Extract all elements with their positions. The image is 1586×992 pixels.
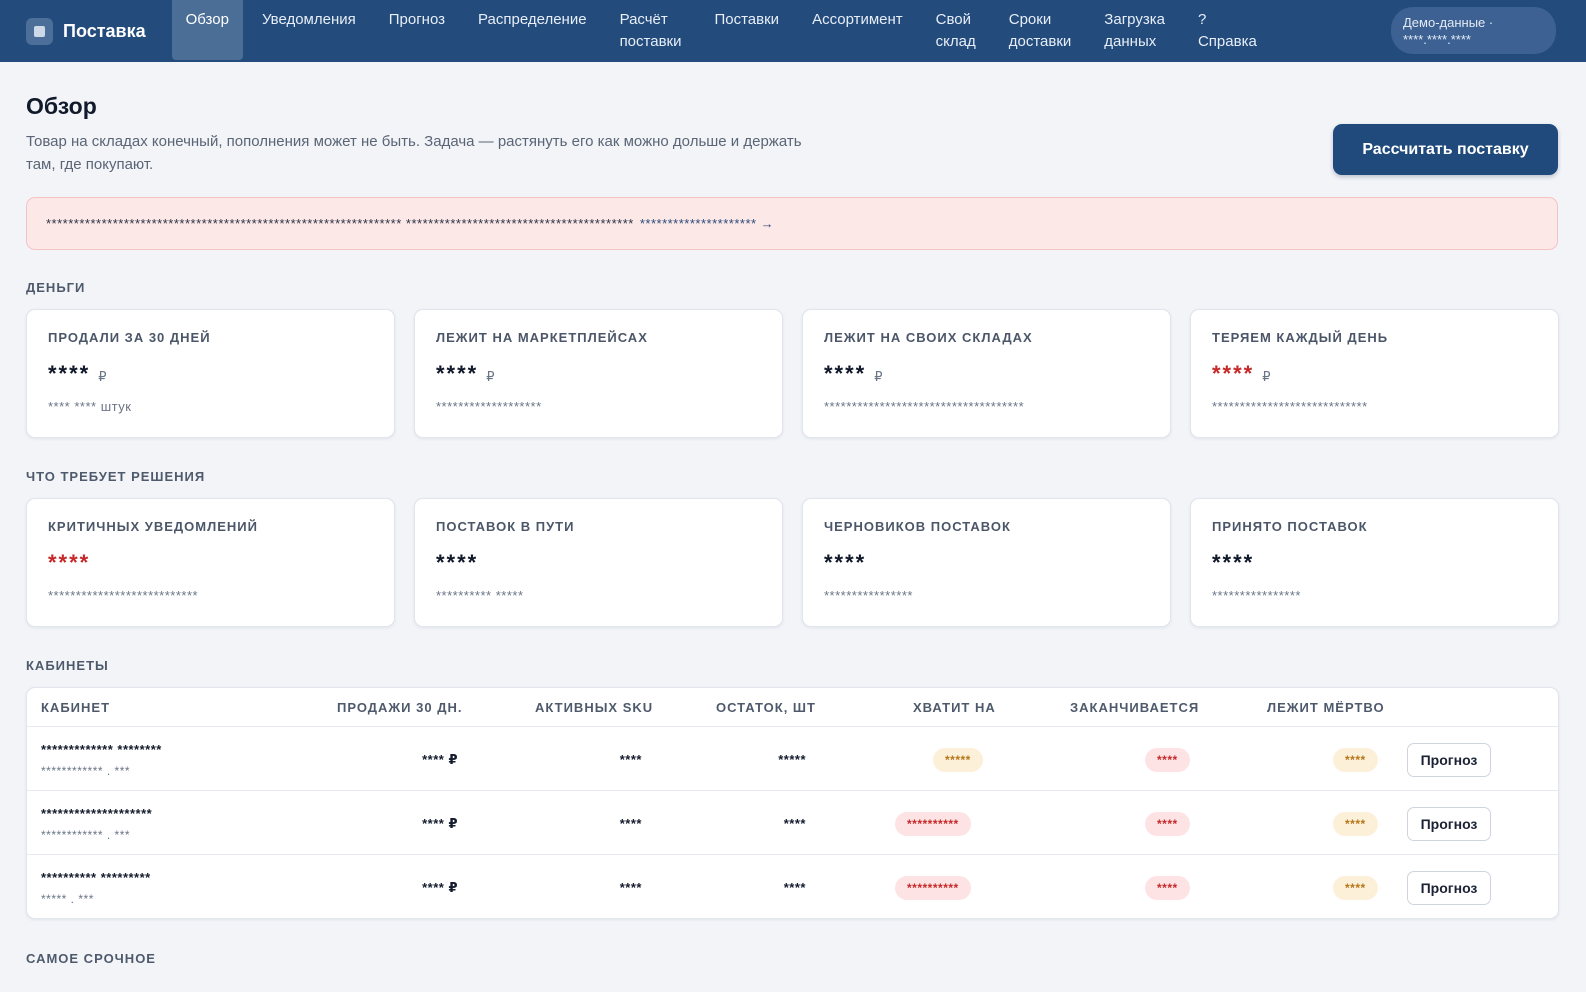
ruble-sign: ₽ bbox=[98, 369, 107, 384]
nav-item-distribution[interactable]: Распределение bbox=[478, 0, 587, 31]
money-card-sold-30d: Продали за 30 дней **** ₽ **** **** штук bbox=[26, 309, 395, 438]
table-row[interactable]: ******************** ************ . *** … bbox=[27, 791, 1558, 855]
section-label-money: ДЕНЬГИ bbox=[26, 280, 86, 295]
column-header-cabinet[interactable]: КАБИНЕТ bbox=[41, 700, 110, 715]
cabinet-id: ************ . *** bbox=[41, 828, 131, 842]
running-out-badge: **** bbox=[1145, 748, 1190, 772]
column-header-active-sku[interactable]: АКТИВНЫХ SKU bbox=[535, 700, 653, 715]
sales-value: **** ₽ bbox=[422, 816, 458, 831]
card-value: **** bbox=[824, 361, 867, 386]
column-header-dead-stock[interactable]: ЛЕЖИТ МЁРТВО bbox=[1267, 700, 1385, 715]
cabinet-name: ******************** bbox=[41, 806, 153, 821]
ruble-sign: ₽ bbox=[486, 369, 495, 384]
table-row[interactable]: ************* ******** ************ . **… bbox=[27, 727, 1558, 791]
app-logo-icon bbox=[26, 17, 53, 45]
dead-stock-badge: **** bbox=[1333, 812, 1378, 836]
section-label-decisions: ЧТО ТРЕБУЕТ РЕШЕНИЯ bbox=[26, 469, 206, 484]
alert-banner: ****************************************… bbox=[26, 197, 1558, 250]
cabinet-name: ************* ******** bbox=[41, 742, 162, 757]
ruble-sign: ₽ bbox=[874, 369, 883, 384]
demo-data-badge[interactable]: Демо-данные · ****.****.**** bbox=[1391, 7, 1556, 54]
page-description: Товар на складах конечный, пополнения мо… bbox=[26, 133, 802, 173]
money-card-on-marketplaces: Лежит на маркетплейсах **** ₽ **********… bbox=[414, 309, 783, 438]
stock-value: **** bbox=[783, 816, 806, 831]
alert-link[interactable]: ********************* → bbox=[640, 216, 774, 231]
sku-value: **** bbox=[619, 816, 642, 831]
alert-text: ****************************************… bbox=[46, 216, 634, 231]
nav-item-supplies[interactable]: Поставки bbox=[714, 0, 779, 31]
brand-name: Поставка bbox=[63, 20, 146, 41]
nav-item-help[interactable]: ? Справка bbox=[1198, 0, 1257, 53]
enough-for-badge: ********** bbox=[895, 876, 971, 900]
enough-for-badge: ********** bbox=[895, 812, 971, 836]
stock-value: **** bbox=[783, 880, 806, 895]
help-icon: ? bbox=[1197, 11, 1207, 28]
decision-card-in-transit[interactable]: Поставок в пути **** ********** ***** bbox=[414, 498, 783, 627]
card-value: **** bbox=[436, 550, 479, 575]
card-value: **** bbox=[1212, 550, 1255, 575]
money-cards: Продали за 30 дней **** ₽ **** **** штук… bbox=[26, 309, 1559, 438]
top-navigation: Поставка Обзор Уведомления Прогноз Распр… bbox=[0, 0, 1586, 62]
sku-value: **** bbox=[619, 752, 642, 767]
stock-value: ***** bbox=[778, 752, 806, 767]
sales-value: **** ₽ bbox=[422, 752, 458, 767]
running-out-badge: **** bbox=[1145, 876, 1190, 900]
nav-item-delivery-times[interactable]: Сроки доставки bbox=[1009, 0, 1072, 53]
nav-item-assortment[interactable]: Ассортимент bbox=[812, 0, 903, 31]
nav-item-forecast[interactable]: Прогноз bbox=[389, 0, 445, 31]
nav-item-supply-calc[interactable]: Расчёт поставки bbox=[620, 0, 682, 53]
card-value: **** bbox=[48, 550, 91, 575]
section-label-urgent: САМОЕ СРОЧНОЕ bbox=[26, 951, 156, 966]
column-header-running-out[interactable]: ЗАКАНЧИВАЕТСЯ bbox=[1070, 700, 1199, 715]
decision-card-accepted[interactable]: Принято поставок **** **************** bbox=[1190, 498, 1559, 627]
sku-value: **** bbox=[619, 880, 642, 895]
section-label-cabinets: КАБИНЕТЫ bbox=[26, 658, 109, 673]
card-value: **** bbox=[436, 361, 479, 386]
cabinet-id: ***** . *** bbox=[41, 892, 94, 906]
forecast-button[interactable]: Прогноз bbox=[1407, 807, 1491, 841]
table-row[interactable]: ********** ********* ***** . *** **** ₽ … bbox=[27, 855, 1558, 918]
card-value: **** bbox=[824, 550, 867, 575]
cabinet-id: ************ . *** bbox=[41, 764, 131, 778]
forecast-button[interactable]: Прогноз bbox=[1407, 743, 1491, 777]
forecast-button[interactable]: Прогноз bbox=[1407, 871, 1491, 905]
nav-item-overview[interactable]: Обзор bbox=[171, 0, 243, 60]
enough-for-badge: ***** bbox=[933, 748, 983, 772]
money-card-daily-loss: Теряем каждый день **** ₽ **************… bbox=[1190, 309, 1559, 438]
sales-value: **** ₽ bbox=[422, 880, 458, 895]
column-header-sales[interactable]: ПРОДАЖИ 30 ДН. bbox=[337, 700, 462, 715]
nav-item-notifications[interactable]: Уведомления bbox=[262, 0, 356, 31]
nav-item-data-upload[interactable]: Загрузка данных bbox=[1104, 0, 1165, 53]
table-header: КАБИНЕТ ПРОДАЖИ 30 ДН. АКТИВНЫХ SKU ОСТА… bbox=[27, 688, 1558, 727]
card-value: **** bbox=[1212, 361, 1255, 386]
decision-card-drafts[interactable]: Черновиков поставок **** ***************… bbox=[802, 498, 1171, 627]
decision-cards: Критичных уведомлений **** *************… bbox=[26, 498, 1559, 627]
column-header-stock[interactable]: ОСТАТОК, ШТ bbox=[716, 700, 816, 715]
dead-stock-badge: **** bbox=[1333, 748, 1378, 772]
cabinet-name: ********** ********* bbox=[41, 870, 151, 885]
money-card-own-warehouses: Лежит на своих складах **** ₽ **********… bbox=[802, 309, 1171, 438]
column-header-enough-for[interactable]: ХВАТИТ НА bbox=[913, 700, 996, 715]
calculate-supply-button[interactable]: Рассчитать поставку bbox=[1333, 124, 1558, 175]
dead-stock-badge: **** bbox=[1333, 876, 1378, 900]
cabinets-table: КАБИНЕТ ПРОДАЖИ 30 ДН. АКТИВНЫХ SKU ОСТА… bbox=[26, 687, 1559, 919]
decision-card-critical-alerts[interactable]: Критичных уведомлений **** *************… bbox=[26, 498, 395, 627]
page-title: Обзор bbox=[26, 93, 97, 119]
running-out-badge: **** bbox=[1145, 812, 1190, 836]
nav-item-own-warehouse[interactable]: Свой склад bbox=[936, 0, 976, 53]
card-value: **** bbox=[48, 361, 91, 386]
brand[interactable]: Поставка bbox=[26, 0, 146, 62]
ruble-sign: ₽ bbox=[1262, 369, 1271, 384]
